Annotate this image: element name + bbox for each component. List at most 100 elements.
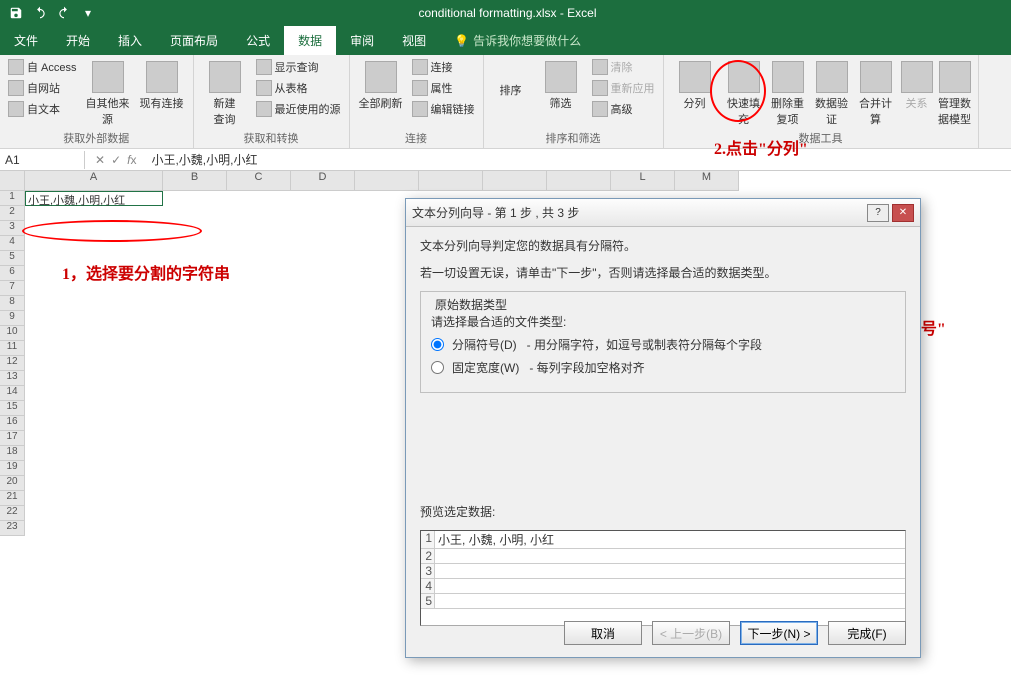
- column-header[interactable]: M: [675, 171, 739, 191]
- rel-icon: [901, 61, 933, 93]
- filter-button[interactable]: 筛选: [536, 58, 586, 111]
- delimited-label[interactable]: 分隔符号(D): [452, 336, 517, 353]
- tab-insert[interactable]: 插入: [104, 26, 156, 55]
- select-all-corner[interactable]: [0, 171, 25, 191]
- column-header[interactable]: [483, 171, 547, 191]
- refresh-all-button[interactable]: 全部刷新: [356, 58, 406, 111]
- remove-dup-button[interactable]: 删除重复项: [768, 58, 808, 127]
- row-header[interactable]: 15: [0, 401, 25, 416]
- row-header[interactable]: 18: [0, 446, 25, 461]
- relations-button[interactable]: 关系: [900, 58, 934, 111]
- column-header[interactable]: [547, 171, 611, 191]
- column-header[interactable]: [355, 171, 419, 191]
- row-header[interactable]: 17: [0, 431, 25, 446]
- properties-button[interactable]: 属性: [410, 79, 477, 97]
- preview-label: 预览选定数据:: [420, 503, 906, 520]
- help-button[interactable]: ?: [867, 204, 889, 222]
- row-header[interactable]: 13: [0, 371, 25, 386]
- from-web-button[interactable]: 自网站: [6, 79, 79, 97]
- cancel-icon[interactable]: ✕: [95, 153, 105, 167]
- row-header[interactable]: 23: [0, 521, 25, 536]
- tell-me[interactable]: 💡 告诉我你想要做什么: [440, 26, 595, 55]
- column-header[interactable]: L: [611, 171, 675, 191]
- row-header[interactable]: 14: [0, 386, 25, 401]
- from-access-button[interactable]: 自 Access: [6, 58, 79, 76]
- row-header[interactable]: 16: [0, 416, 25, 431]
- delimited-desc: - 用分隔字符，如逗号或制表符分隔每个字段: [527, 336, 762, 353]
- back-button[interactable]: < 上一步(B): [652, 621, 730, 645]
- edit-links-button[interactable]: 编辑链接: [410, 100, 477, 118]
- group-label: 获取外部数据: [63, 128, 129, 146]
- reapply-icon: [592, 80, 608, 96]
- row-header[interactable]: 22: [0, 506, 25, 521]
- row-header[interactable]: 12: [0, 356, 25, 371]
- row-header[interactable]: 2: [0, 206, 25, 221]
- row-header[interactable]: 1: [0, 191, 25, 206]
- row-header[interactable]: 8: [0, 296, 25, 311]
- other-sources-button[interactable]: 自其他来源: [83, 58, 133, 127]
- name-box[interactable]: A1: [0, 151, 85, 169]
- finish-button[interactable]: 完成(F): [828, 621, 906, 645]
- reapply-button[interactable]: 重新应用: [590, 79, 657, 97]
- cell-a1[interactable]: 小王,小魏,小明,小红: [25, 191, 163, 206]
- row-header[interactable]: 10: [0, 326, 25, 341]
- row-header[interactable]: 19: [0, 461, 25, 476]
- delimited-radio[interactable]: [431, 338, 444, 351]
- fixed-width-label[interactable]: 固定宽度(W): [452, 359, 519, 376]
- row-header[interactable]: 7: [0, 281, 25, 296]
- tab-view[interactable]: 视图: [388, 26, 440, 55]
- manage-model-button[interactable]: 管理数据模型: [938, 58, 972, 127]
- preview-row-1: 小王, 小魏, 小明, 小红: [435, 531, 554, 548]
- consolidate-button[interactable]: 合并计算: [856, 58, 896, 127]
- row-header[interactable]: 11: [0, 341, 25, 356]
- row-header[interactable]: 4: [0, 236, 25, 251]
- column-header[interactable]: [419, 171, 483, 191]
- new-query-button[interactable]: 新建 查询: [200, 58, 250, 127]
- text-to-columns-wizard-dialog: 文本分列向导 - 第 1 步 , 共 3 步 ? ✕ 文本分列向导判定您的数据具…: [405, 198, 921, 658]
- clear-button[interactable]: 清除: [590, 58, 657, 76]
- formula-bar: A1 ✕ ✓ fx 小王,小魏,小明,小红: [0, 149, 1011, 171]
- formula-input[interactable]: 小王,小魏,小明,小红: [146, 149, 1011, 170]
- column-header[interactable]: B: [163, 171, 227, 191]
- column-header[interactable]: A: [25, 171, 163, 191]
- tab-formulas[interactable]: 公式: [232, 26, 284, 55]
- recent-sources-button[interactable]: 最近使用的源: [254, 100, 343, 118]
- redo-icon[interactable]: [56, 5, 72, 21]
- fixed-width-radio[interactable]: [431, 361, 444, 374]
- preview-box[interactable]: 1小王, 小魏, 小明, 小红 2 3 4 5: [420, 530, 906, 626]
- cancel-button[interactable]: 取消: [564, 621, 642, 645]
- tab-data[interactable]: 数据: [284, 26, 336, 55]
- tab-home[interactable]: 开始: [52, 26, 104, 55]
- data-validation-button[interactable]: 数据验证: [812, 58, 852, 127]
- undo-icon[interactable]: [32, 5, 48, 21]
- fx-icon[interactable]: fx: [127, 153, 136, 167]
- text-to-columns-button[interactable]: 分列: [670, 58, 720, 111]
- row-header[interactable]: 5: [0, 251, 25, 266]
- next-button[interactable]: 下一步(N) >: [740, 621, 818, 645]
- tab-layout[interactable]: 页面布局: [156, 26, 232, 55]
- tab-review[interactable]: 审阅: [336, 26, 388, 55]
- row-header[interactable]: 6: [0, 266, 25, 281]
- sort-az-icon[interactable]: [490, 58, 510, 78]
- column-header[interactable]: C: [227, 171, 291, 191]
- row-header[interactable]: 21: [0, 491, 25, 506]
- row-header[interactable]: 20: [0, 476, 25, 491]
- dialog-titlebar[interactable]: 文本分列向导 - 第 1 步 , 共 3 步 ? ✕: [406, 199, 920, 227]
- column-header[interactable]: D: [291, 171, 355, 191]
- sort-za-icon[interactable]: [512, 58, 532, 78]
- connections-button[interactable]: 连接: [410, 58, 477, 76]
- qat-dropdown-icon[interactable]: ▾: [80, 5, 96, 21]
- save-icon[interactable]: [8, 5, 24, 21]
- show-queries-button[interactable]: 显示查询: [254, 58, 343, 76]
- existing-conn-button[interactable]: 现有连接: [137, 58, 187, 111]
- from-text-button[interactable]: 自文本: [6, 100, 79, 118]
- flash-fill-button[interactable]: 快速填充: [724, 58, 764, 127]
- row-header[interactable]: 3: [0, 221, 25, 236]
- from-table-button[interactable]: 从表格: [254, 79, 343, 97]
- tab-file[interactable]: 文件: [0, 26, 52, 55]
- sort-button[interactable]: 排序: [498, 81, 524, 99]
- row-header[interactable]: 9: [0, 311, 25, 326]
- advanced-button[interactable]: 高级: [590, 100, 657, 118]
- close-button[interactable]: ✕: [892, 204, 914, 222]
- enter-icon[interactable]: ✓: [111, 153, 121, 167]
